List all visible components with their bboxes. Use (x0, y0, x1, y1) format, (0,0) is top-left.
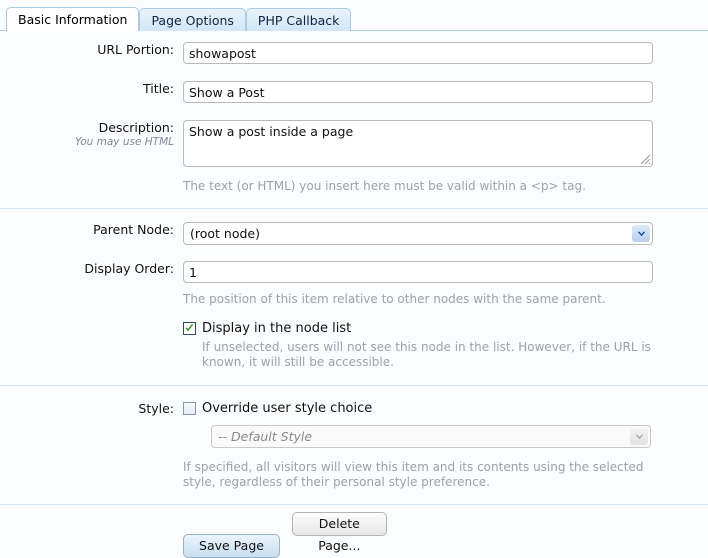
field-row-url-portion: URL Portion: (0, 31, 708, 64)
display-in-node-list-checkbox[interactable] (183, 322, 196, 335)
override-style-checkbox-row[interactable]: Override user style choice (183, 401, 708, 416)
display-order-input[interactable] (183, 261, 653, 283)
form-content: URL Portion: Title: Description: You may… (0, 31, 708, 558)
action-button-row: Save Page Delete Page... (0, 505, 708, 558)
checkmark-icon (185, 324, 194, 332)
display-in-node-list-label: Display in the node list (202, 321, 352, 336)
url-portion-input[interactable] (183, 42, 653, 64)
style-select-value: -- Default Style (218, 429, 313, 444)
tab-bar: Basic Information Page Options PHP Callb… (0, 0, 708, 32)
save-page-button[interactable]: Save Page (183, 534, 280, 558)
field-row-description: Description: You may use HTML (0, 103, 708, 167)
title-label: Title: (143, 81, 174, 96)
description-textarea[interactable] (183, 120, 653, 167)
description-sublabel: You may use HTML (74, 136, 174, 148)
override-style-label: Override user style choice (202, 401, 373, 416)
field-row-style-select: -- Default Style (0, 416, 708, 448)
description-label-text: Description: (98, 120, 174, 135)
style-label: Style: (138, 401, 174, 416)
override-style-checkbox[interactable] (183, 402, 196, 415)
display-in-node-list-hint: If unselected, users will not see this n… (202, 340, 651, 369)
description-label: Description: You may use HTML (0, 120, 183, 149)
hint-row-description: The text (or HTML) you insert here must … (0, 167, 708, 208)
chevron-down-icon[interactable] (630, 428, 648, 445)
style-hint: If specified, all visitors will view thi… (183, 460, 644, 489)
tab-php-callback[interactable]: PHP Callback (245, 8, 352, 31)
field-row-parent-node: Parent Node: (root node) (0, 209, 708, 245)
field-row-title: Title: (0, 64, 708, 103)
tab-label: PHP Callback (257, 13, 340, 28)
hint-row-display-order: The position of this item relative to ot… (0, 283, 708, 307)
title-input[interactable] (183, 81, 653, 103)
tab-label: Basic Information (18, 12, 128, 27)
field-row-display-in-node-list: Display in the node list (0, 307, 708, 336)
chevron-down-icon[interactable] (632, 225, 650, 242)
url-portion-label: URL Portion: (97, 42, 174, 57)
tab-page-options[interactable]: Page Options (139, 8, 246, 31)
chevron-down-glyph (637, 231, 645, 236)
hint-row-style: If specified, all visitors will view thi… (0, 448, 708, 504)
delete-page-button[interactable]: Delete Page... (291, 512, 387, 553)
parent-node-label: Parent Node: (93, 222, 174, 237)
style-select[interactable]: -- Default Style (211, 425, 651, 448)
display-order-hint: The position of this item relative to ot… (183, 292, 606, 306)
tab-label: Page Options (151, 13, 234, 28)
section-style: Style: Override user style choice -- Def… (0, 386, 708, 504)
description-textarea-wrapper (183, 120, 653, 167)
tab-basic-information[interactable]: Basic Information (6, 7, 140, 32)
display-order-label: Display Order: (84, 261, 174, 276)
field-row-display-order: Display Order: (0, 245, 708, 283)
section-node-placement: Parent Node: (root node) Display Order: (0, 209, 708, 385)
display-in-node-list-checkbox-row[interactable]: Display in the node list (183, 321, 708, 336)
section-basic-fields: URL Portion: Title: Description: You may… (0, 31, 708, 208)
chevron-down-glyph (635, 434, 643, 439)
parent-node-select[interactable]: (root node) (183, 222, 653, 245)
parent-node-select-value: (root node) (190, 226, 260, 241)
field-row-style-override: Style: Override user style choice (0, 386, 708, 416)
description-hint: The text (or HTML) you insert here must … (183, 179, 586, 193)
hint-row-display-in-node-list: If unselected, users will not see this n… (0, 336, 708, 385)
